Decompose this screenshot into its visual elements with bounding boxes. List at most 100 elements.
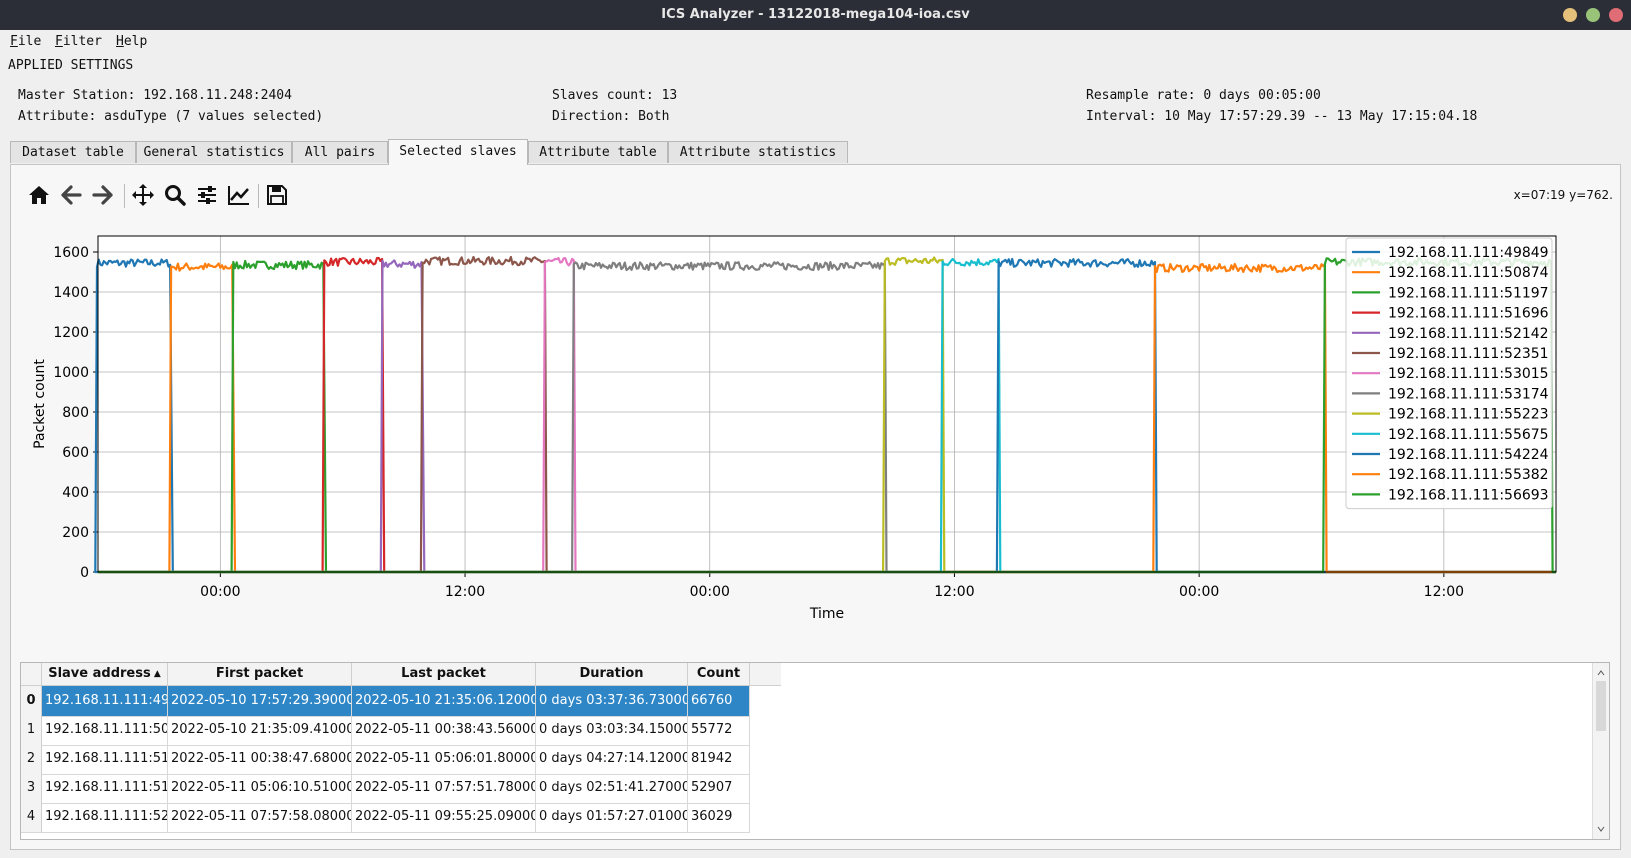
table-cell[interactable]: 2022-05-11 09:55:25.090000	[352, 802, 536, 832]
x-tick-label: 12:00	[934, 584, 974, 600]
table-cell[interactable]: 192.168.11.111:51197	[42, 744, 168, 774]
interval-text: Interval: 10 May 17:57:29.39 -- 13 May 1…	[1086, 109, 1478, 124]
x-tick-label: 12:00	[445, 584, 485, 600]
table-cell[interactable]: 55772	[688, 715, 750, 745]
back-icon[interactable]	[56, 180, 86, 210]
table-cell[interactable]: 81942	[688, 744, 750, 774]
tab-selected-slaves[interactable]: Selected slaves	[388, 139, 528, 165]
home-icon[interactable]	[24, 180, 54, 210]
table-cell[interactable]: 2022-05-10 21:35:09.410000	[168, 715, 352, 745]
y-axis-label: Packet count	[32, 359, 48, 449]
x-axis-label: Time	[809, 606, 844, 622]
table-cell[interactable]: 0 days 04:27:14.120000	[536, 744, 688, 774]
y-tick-label: 1200	[53, 325, 89, 341]
column-header[interactable]: Duration	[536, 663, 688, 685]
table-cell[interactable]: 192.168.11.111:51696	[42, 773, 168, 803]
save-icon[interactable]	[262, 180, 292, 210]
table-cell[interactable]: 2022-05-11 00:38:43.560000	[352, 715, 536, 745]
y-tick-label: 600	[62, 445, 89, 461]
table-row[interactable]: 4192.168.11.111:521422022-05-11 07:57:58…	[21, 802, 750, 833]
table-cell[interactable]: 0 days 03:03:34.150000	[536, 715, 688, 745]
y-tick-label: 1400	[53, 285, 89, 301]
y-tick-label: 200	[62, 525, 89, 541]
slaves-table: Slave address ▲ First packet Last packet Du…	[20, 662, 1610, 840]
tab-all-pairs[interactable]: All pairs	[292, 141, 388, 163]
table-scrollbar[interactable]	[1592, 663, 1609, 839]
table-cell[interactable]: 2022-05-11 00:38:47.680000	[168, 744, 352, 774]
menu-bar: File Filter Help	[0, 30, 1631, 52]
column-header[interactable]: Last packet	[352, 663, 536, 685]
legend-label: 192.168.11.111:53174	[1388, 386, 1549, 402]
row-index[interactable]: 4	[21, 802, 42, 832]
zoom-icon[interactable]	[160, 180, 190, 210]
legend-label: 192.168.11.111:53015	[1388, 366, 1549, 382]
table-cell[interactable]: 36029	[688, 802, 750, 832]
sort-indicator-icon: ▲	[150, 669, 161, 679]
table-cell[interactable]: 2022-05-11 05:06:01.800000	[352, 744, 536, 774]
table-cell[interactable]: 2022-05-11 07:57:51.780000	[352, 773, 536, 803]
table-cell[interactable]: 2022-05-11 05:06:10.510000	[168, 773, 352, 803]
table-cell[interactable]: 0 days 02:51:41.270000	[536, 773, 688, 803]
y-tick-label: 1600	[53, 245, 89, 261]
minimize-button[interactable]	[1563, 8, 1577, 22]
column-header[interactable]: First packet	[168, 663, 352, 685]
pan-icon[interactable]	[128, 180, 158, 210]
configure-subplots-icon[interactable]	[192, 180, 222, 210]
column-header[interactable]: Count	[688, 663, 750, 685]
legend-label: 192.168.11.111:56693	[1388, 487, 1549, 503]
table-cell[interactable]: 2022-05-10 21:35:06.120000	[352, 686, 536, 716]
tab-general-statistics[interactable]: General statistics	[136, 141, 292, 163]
x-tick-label: 00:00	[690, 584, 730, 600]
legend-label: 192.168.11.111:55223	[1388, 407, 1549, 423]
tab-attribute-table[interactable]: Attribute table	[528, 141, 668, 163]
table-cell[interactable]: 192.168.11.111:49849	[42, 686, 168, 716]
legend-label: 192.168.11.111:54224	[1388, 447, 1549, 463]
legend-label: 192.168.11.111:55382	[1388, 467, 1549, 483]
menu-help[interactable]: Help	[116, 34, 147, 49]
row-index-header	[21, 663, 42, 685]
row-index[interactable]: 0	[21, 686, 42, 716]
cursor-coordinates: x=07:19 y=762.	[1513, 188, 1613, 202]
maximize-button[interactable]	[1586, 8, 1600, 22]
table-row[interactable]: 0192.168.11.111:498492022-05-10 17:57:29…	[21, 686, 750, 717]
resample-rate-text: Resample rate: 0 days 00:05:00	[1086, 88, 1321, 103]
table-cell[interactable]: 66760	[688, 686, 750, 716]
row-index[interactable]: 3	[21, 773, 42, 803]
tab-dataset-table[interactable]: Dataset table	[10, 141, 136, 163]
packet-count-chart[interactable]: 0 200 400 600 800 1000 1200 1400 1600 00:00 12:00 0…	[20, 226, 1610, 646]
table-row[interactable]: 3192.168.11.111:516962022-05-11 05:06:10…	[21, 773, 750, 804]
attribute-text: Attribute: asduType (7 values selected)	[18, 109, 324, 124]
forward-icon[interactable]	[88, 180, 118, 210]
legend-label: 192.168.11.111:55675	[1388, 427, 1549, 443]
direction-text: Direction: Both	[552, 109, 670, 124]
x-tick-label: 00:00	[1179, 584, 1219, 600]
table-cell[interactable]: 0 days 03:37:36.730000	[536, 686, 688, 716]
tab-attribute-statistics[interactable]: Attribute statistics	[668, 141, 848, 163]
legend-label: 192.168.11.111:49849	[1388, 245, 1549, 261]
table-cell[interactable]: 0 days 01:57:27.010000	[536, 802, 688, 832]
table-cell[interactable]: 52907	[688, 773, 750, 803]
y-tick-label: 800	[62, 405, 89, 421]
legend-label: 192.168.11.111:52142	[1388, 326, 1549, 342]
table-cell[interactable]: 192.168.11.111:50874	[42, 715, 168, 745]
menu-filter[interactable]: Filter	[55, 34, 102, 49]
column-header[interactable]: Slave address ▲	[42, 663, 168, 685]
y-tick-label: 1000	[53, 365, 89, 381]
row-index[interactable]: 2	[21, 744, 42, 774]
table-cell[interactable]: 2022-05-11 07:57:58.080000	[168, 802, 352, 832]
plot-area	[98, 236, 1556, 572]
x-tick-label: 12:00	[1424, 584, 1464, 600]
x-tick-label: 00:00	[200, 584, 240, 600]
edit-axis-icon[interactable]	[224, 180, 254, 210]
applied-settings-title: APPLIED SETTINGS	[8, 58, 134, 73]
window-titlebar: ICS Analyzer - 13122018-mega104-ioa.csv	[0, 0, 1631, 30]
legend-label: 192.168.11.111:52351	[1388, 346, 1549, 362]
table-cell[interactable]: 2022-05-10 17:57:29.390000	[168, 686, 352, 716]
row-index[interactable]: 1	[21, 715, 42, 745]
menu-file[interactable]: File	[10, 34, 41, 49]
table-cell[interactable]: 192.168.11.111:52142	[42, 802, 168, 832]
close-button[interactable]	[1609, 8, 1623, 22]
table-row[interactable]: 1192.168.11.111:508742022-05-10 21:35:09…	[21, 715, 750, 746]
y-tick-label: 0	[80, 565, 89, 581]
table-row[interactable]: 2192.168.11.111:511972022-05-11 00:38:47…	[21, 744, 750, 775]
